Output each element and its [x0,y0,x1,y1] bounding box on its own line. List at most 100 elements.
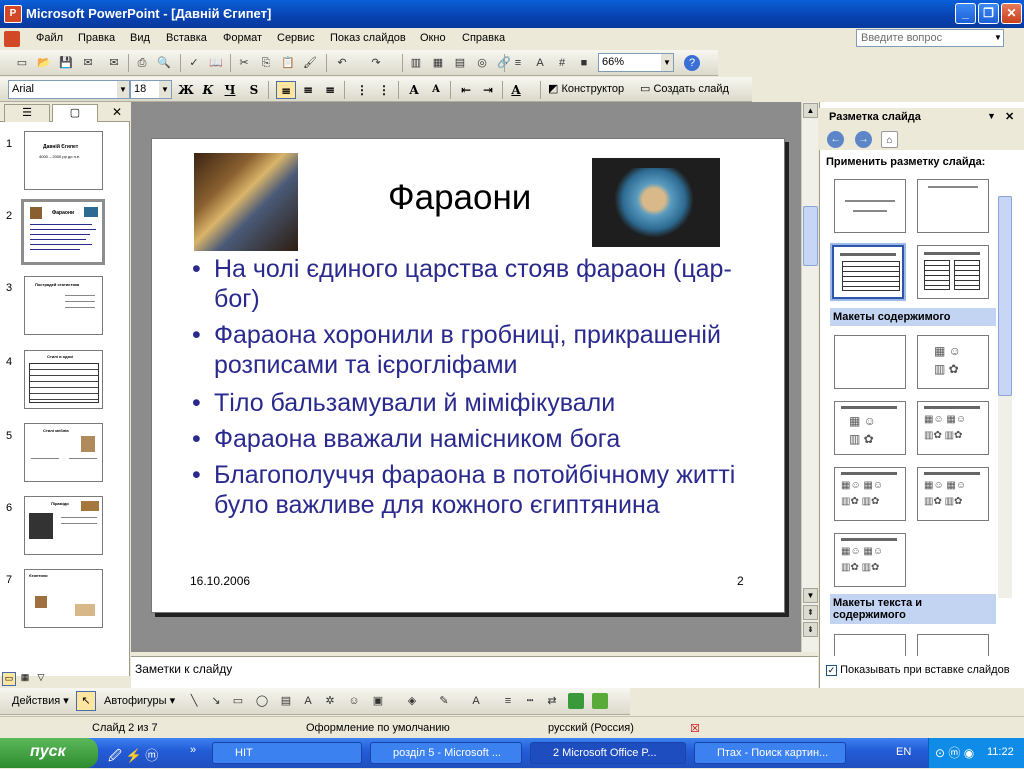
copy-icon[interactable]: ⎘ [258,55,274,71]
paste-icon[interactable]: 📋 [280,55,296,71]
document-icon[interactable] [4,31,20,47]
help-icon[interactable]: ? [684,55,700,71]
tab-slides[interactable]: ▢ [52,104,98,122]
slide-bullet[interactable]: • Тіло бальзамували й міміфікували [192,388,759,418]
shadow-button[interactable]: S [244,81,264,99]
layout-title-text[interactable] [830,243,906,301]
slide-thumbnail-4[interactable]: Стилі в одязі [24,350,103,409]
layout-blank[interactable] [834,335,906,389]
italic-button[interactable]: К [198,81,218,99]
layout-two-column[interactable] [917,245,989,299]
redo-icon[interactable]: ↷ [368,55,384,71]
minimize-button[interactable]: _ [955,3,976,24]
color-grayscale-icon[interactable]: ■ [576,55,592,71]
layout-title-four-content[interactable]: ▦☺ ▦☺ ▥✿ ▥✿ [917,467,989,521]
close-button[interactable]: ✕ [1001,3,1022,24]
scroll-thumb[interactable] [998,196,1012,396]
menu-view[interactable]: Вид [130,32,150,44]
expand-all-icon[interactable]: ≡ [510,55,526,71]
back-icon[interactable]: ← [827,131,844,148]
menu-service[interactable]: Сервис [277,32,315,44]
slide-thumbnail-5[interactable]: Стилі меблів [24,423,103,482]
font-select[interactable]: Arial ▼ [8,80,130,99]
show-formatting-icon[interactable]: A [532,55,548,71]
underline-button[interactable]: Ч [220,81,240,99]
numbering-button[interactable]: ⋮ [352,81,372,99]
close-icon[interactable]: ✕ [112,105,122,119]
layout-title-two-content[interactable]: ▦☺ ▦☺ ▥✿ ▥✿ [917,401,989,455]
previous-slide-icon[interactable]: ⇞ [803,605,818,620]
align-left-button[interactable]: ≡ [276,81,296,99]
insert-diagram-icon[interactable]: ◎ [474,55,490,71]
home-icon[interactable]: ⌂ [881,131,898,148]
decrease-indent-button[interactable]: ⇤ [456,81,476,99]
bullets-button[interactable]: ⋮ [374,81,394,99]
layout-title-only[interactable] [917,179,989,233]
normal-view-icon[interactable]: ▭ [2,672,16,686]
layout-text-content[interactable] [834,634,906,656]
layout-title[interactable] [834,179,906,233]
expand-icon[interactable]: » [190,744,196,756]
slide-sorter-icon[interactable]: ▦ [18,672,32,686]
print-preview-icon[interactable]: 🔍 [156,55,172,71]
format-painter-icon[interactable]: 🖌 [302,55,318,71]
new-slide-button[interactable]: ▭ Создать слайд [640,82,729,95]
insert-chart-icon[interactable]: ▥ [408,55,424,71]
font-color-icon[interactable]: A [468,693,484,709]
slideshow-icon[interactable]: ▽ [34,672,48,686]
slide-title[interactable]: Фараони [388,178,531,218]
select-pointer-icon[interactable]: ↖ [76,691,96,711]
cut-icon[interactable]: ✂ [236,55,252,71]
menu-help[interactable]: Справка [462,32,505,44]
oval-icon[interactable]: ◯ [254,693,270,709]
next-slide-icon[interactable]: ⇟ [803,622,818,637]
decrease-font-button[interactable]: A [426,81,446,99]
layout-four-content[interactable]: ▦☺ ▦☺ ▥✿ ▥✿ [834,533,906,587]
textbox-icon[interactable]: ▤ [278,693,294,709]
clipart-icon[interactable]: ☺ [346,693,362,709]
font-color-button[interactable]: A [506,81,526,99]
align-center-button[interactable]: ≡ [298,81,318,99]
menu-edit[interactable]: Правка [78,32,115,44]
task-powerpoint[interactable]: 2 Microsoft Office P... [530,742,686,764]
line-style-icon[interactable]: ≡ [500,693,516,709]
line-color-icon[interactable]: ✎ [436,693,452,709]
grid-icon[interactable]: # [554,55,570,71]
email-icon[interactable]: ✉ [106,55,122,71]
menu-slideshow[interactable]: Показ слайдов [330,32,406,44]
font-size-select[interactable]: 18 ▼ [130,80,172,99]
permission-icon[interactable]: ✉ [80,55,96,71]
menu-file[interactable]: Файл [36,32,63,44]
arrow-style-icon[interactable]: ⇄ [544,693,560,709]
task-word[interactable]: розділ 5 - Microsoft ... [370,742,522,764]
task-browser[interactable]: Птах - Поиск картин... [694,742,846,764]
slide-thumbnail-3[interactable]: Пострадей статистика [24,276,103,335]
mask-image[interactable] [592,158,720,247]
tray-icons[interactable]: ⊙ ⓜ ◉ [935,744,974,761]
layout-content[interactable]: ▦ ☺ ▥ ✿ [917,335,989,389]
print-icon[interactable]: ⎙ [134,55,150,71]
autoshapes-menu[interactable]: Автофигуры ▾ [104,694,175,707]
quicklaunch-icons[interactable]: 🖉 ⚡ ⓜ [108,745,158,769]
spelling-icon[interactable]: ✓ [186,55,202,71]
menu-format[interactable]: Формат [223,32,262,44]
menu-window[interactable]: Окно [420,32,446,44]
scroll-up-icon[interactable]: ▲ [803,103,818,118]
layout-text-content-2[interactable] [917,634,989,656]
actions-menu[interactable]: Действия ▾ [12,694,69,707]
undo-icon[interactable]: ↶ [334,55,350,71]
maximize-button[interactable]: ❐ [978,3,999,24]
align-right-button[interactable]: ≡ [320,81,340,99]
save-icon[interactable]: 💾 [58,55,74,71]
slide-thumbnail-2[interactable]: Фараони [21,199,105,265]
zoom-select[interactable]: 66% ▼ [598,53,674,72]
tab-outline[interactable]: ☰ [4,104,50,122]
layout-title-content-2[interactable]: ▦☺ ▦☺ ▥✿ ▥✿ [834,467,906,521]
forward-icon[interactable]: → [855,131,872,148]
ask-question-input[interactable]: Введите вопрос [856,29,1004,47]
language-indicator[interactable]: EN [896,746,911,758]
slide-thumbnail-7[interactable]: Єгиптяни [24,569,103,628]
show-on-insert-checkbox[interactable]: ✓ Показывать при вставке слайдов [826,664,1010,676]
diagram-icon[interactable]: ✲ [322,693,338,709]
scroll-down-icon[interactable]: ▼ [803,588,818,603]
